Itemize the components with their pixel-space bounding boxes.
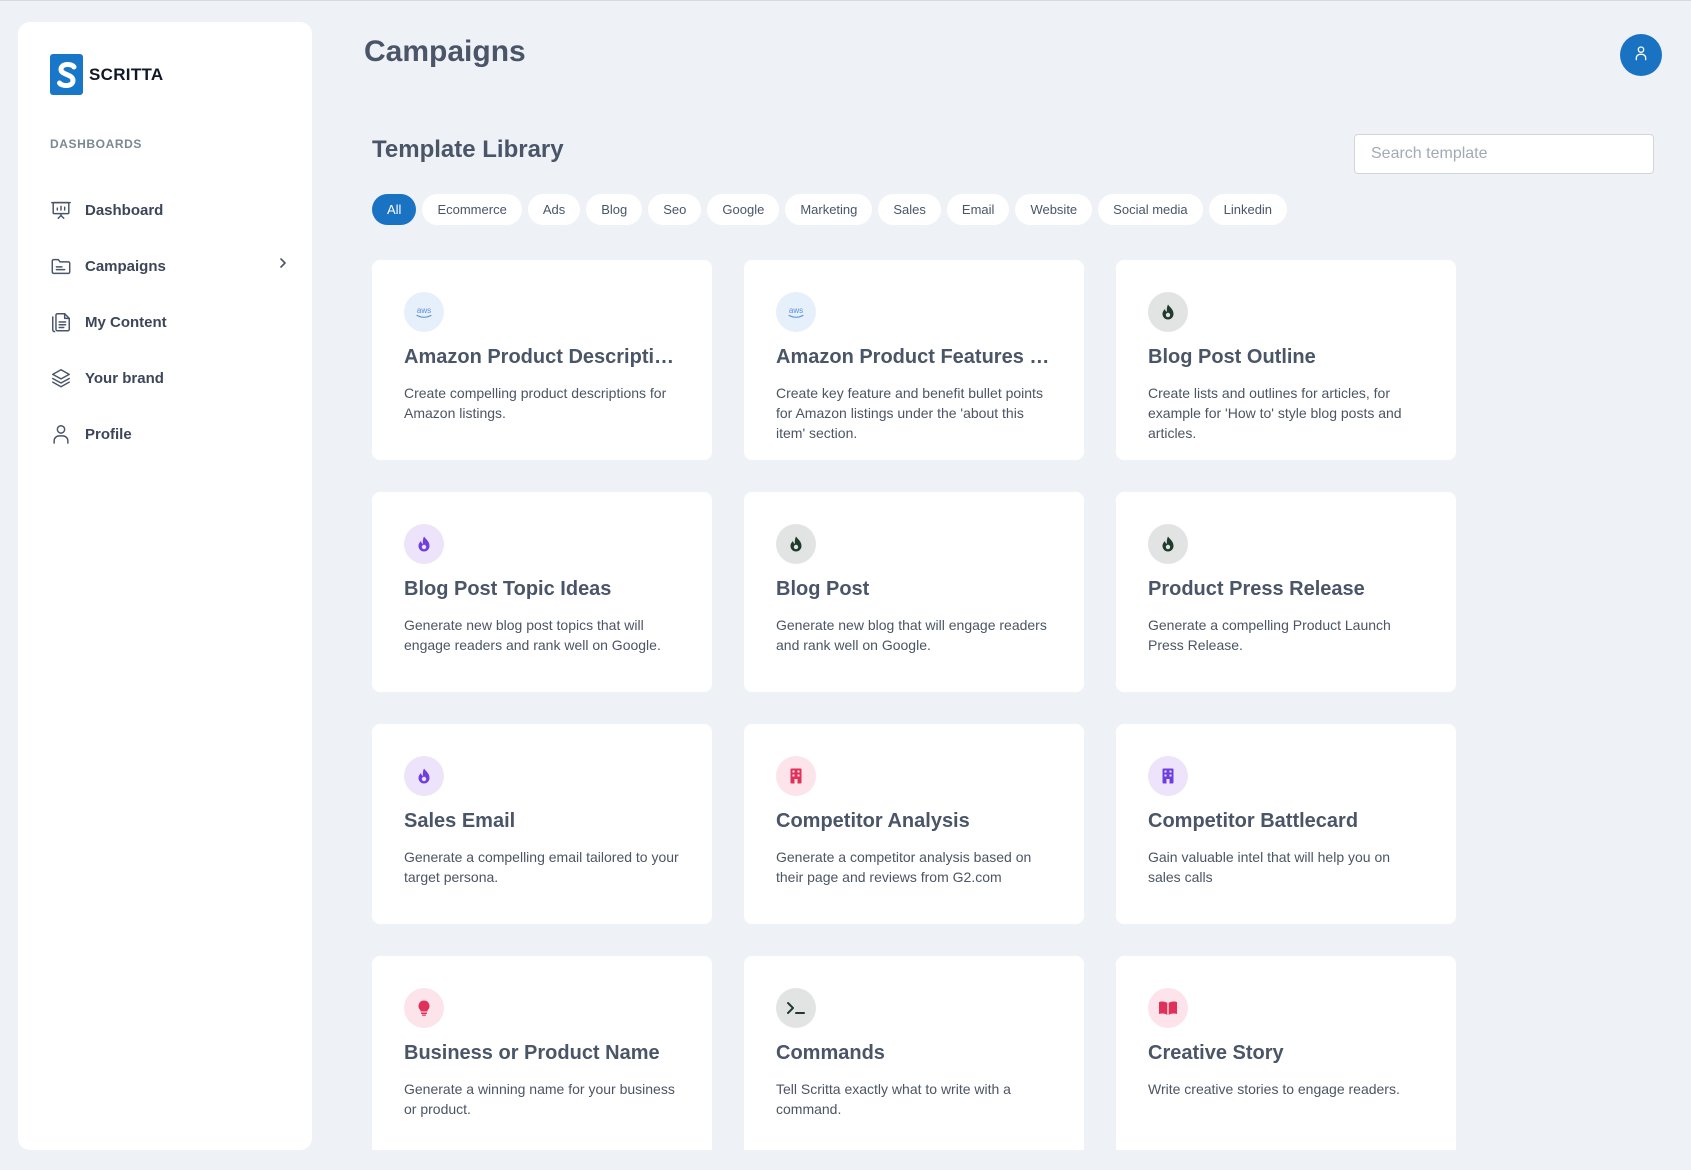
- filter-ecommerce[interactable]: Ecommerce: [422, 194, 522, 225]
- template-title: Sales Email: [404, 810, 516, 832]
- page-title: Campaigns: [364, 35, 526, 68]
- sidebar-nav: Dashboard Campaigns My Content Your bran…: [50, 182, 290, 462]
- template-description: Generate a compelling email tailored to …: [404, 849, 679, 885]
- template-card-blog-post-topic-ideas[interactable]: Blog Post Topic Ideas Generate new blog …: [372, 492, 712, 692]
- sidebar-item-label: Profile: [85, 425, 132, 443]
- filter-google[interactable]: Google: [707, 194, 780, 225]
- sidebar-item-profile[interactable]: Profile: [50, 406, 290, 462]
- template-description: Generate a competitor analysis based on …: [776, 849, 1032, 885]
- presentation-chart-icon: [50, 199, 72, 221]
- template-description: Create compelling product descriptions f…: [404, 385, 667, 421]
- template-card-sales-email[interactable]: Sales Email Generate a compelling email …: [372, 724, 712, 924]
- filter-seo[interactable]: Seo: [648, 194, 702, 225]
- template-title: Commands: [776, 1042, 885, 1064]
- template-description: Generate new blog that will engage reade…: [776, 617, 1047, 653]
- template-title: Product Press Release: [1148, 578, 1365, 600]
- fire-icon: [404, 524, 444, 564]
- aws-icon: aws: [404, 292, 444, 332]
- user-icon: [1633, 45, 1649, 66]
- brand-name: SCRITTA: [89, 64, 164, 84]
- sidebar-item-dashboard[interactable]: Dashboard: [50, 182, 290, 238]
- template-description: Write creative stories to engage readers…: [1148, 1081, 1400, 1097]
- filter-social-media[interactable]: Social media: [1098, 194, 1203, 225]
- template-title: Creative Story: [1148, 1042, 1284, 1064]
- template-title: Competitor Battlecard: [1148, 810, 1359, 832]
- user-icon: [50, 423, 72, 445]
- filter-email[interactable]: Email: [946, 194, 1010, 225]
- template-title: Amazon Product Descriptio...: [404, 346, 680, 368]
- fire-icon: [776, 524, 816, 564]
- sidebar-item-my-content[interactable]: My Content: [50, 294, 290, 350]
- template-card-product-press-release[interactable]: Product Press Release Generate a compell…: [1116, 492, 1456, 692]
- filter-blog[interactable]: Blog: [586, 194, 643, 225]
- chevron-right-icon[interactable]: [276, 256, 290, 275]
- template-library-title: Template Library: [372, 136, 564, 163]
- sidebar-item-label: Campaigns: [85, 257, 166, 275]
- documents-icon: [50, 311, 72, 333]
- template-title: Blog Post Outline: [1148, 346, 1316, 368]
- sidebar-item-your-brand[interactable]: Your brand: [50, 350, 290, 406]
- sidebar-item-campaigns[interactable]: Campaigns: [50, 238, 290, 294]
- filter-marketing[interactable]: Marketing: [785, 194, 873, 225]
- template-card-commands[interactable]: Commands Tell Scritta exactly what to wr…: [744, 956, 1084, 1150]
- window-top-border: [0, 0, 1691, 1]
- template-description: Create key feature and benefit bullet po…: [776, 385, 1043, 441]
- template-title: Competitor Analysis: [776, 810, 970, 832]
- template-card-blog-post-outline[interactable]: Blog Post Outline Create lists and outli…: [1116, 260, 1456, 460]
- template-description: Generate a winning name for your busines…: [404, 1081, 675, 1117]
- search-template-input[interactable]: [1354, 134, 1654, 174]
- template-description: Generate new blog post topics that will …: [404, 617, 661, 653]
- sidebar: SCRITTA DASHBOARDS Dashboard Campaigns M…: [18, 22, 312, 1150]
- filter-sales[interactable]: Sales: [878, 194, 941, 225]
- template-description: Create lists and outlines for articles, …: [1148, 385, 1402, 441]
- book-icon: [1148, 988, 1188, 1028]
- sidebar-item-label: Dashboard: [85, 201, 164, 219]
- user-avatar-button[interactable]: [1620, 34, 1662, 76]
- template-description: Generate a compelling Product Launch Pre…: [1148, 617, 1391, 653]
- filter-ads[interactable]: Ads: [527, 194, 581, 225]
- template-card-blog-post[interactable]: Blog Post Generate new blog that will en…: [744, 492, 1084, 692]
- svg-text:aws: aws: [789, 306, 803, 315]
- brand-logo[interactable]: SCRITTA: [50, 54, 164, 95]
- folder-icon: [50, 255, 72, 277]
- template-description: Tell Scritta exactly what to write with …: [776, 1081, 1011, 1117]
- template-card-creative-story[interactable]: Creative Story Write creative stories to…: [1116, 956, 1456, 1150]
- lightbulb-icon: [404, 988, 444, 1028]
- template-description: Gain valuable intel that will help you o…: [1148, 849, 1391, 885]
- template-card-business-or-product-name[interactable]: Business or Product Name Generate a winn…: [372, 956, 712, 1150]
- template-title: Business or Product Name: [404, 1042, 660, 1064]
- category-filters: All Ecommerce Ads Blog Seo Google Market…: [372, 194, 1288, 225]
- template-title: Blog Post: [776, 578, 870, 600]
- template-card-competitor-analysis[interactable]: Competitor Analysis Generate a competito…: [744, 724, 1084, 924]
- fire-icon: [404, 756, 444, 796]
- aws-icon: aws: [776, 292, 816, 332]
- fire-icon: [1148, 292, 1188, 332]
- terminal-icon: [776, 988, 816, 1028]
- template-card-amazon-product-description[interactable]: aws Amazon Product Descriptio... Create …: [372, 260, 712, 460]
- template-card-amazon-product-features[interactable]: aws Amazon Product Features (... Create …: [744, 260, 1084, 460]
- template-title: Blog Post Topic Ideas: [404, 578, 612, 600]
- building-icon: [1148, 756, 1188, 796]
- sidebar-item-label: My Content: [85, 313, 167, 331]
- template-title: Amazon Product Features (...: [776, 346, 1052, 368]
- template-grid: aws Amazon Product Descriptio... Create …: [372, 260, 1458, 1150]
- filter-website[interactable]: Website: [1015, 194, 1093, 225]
- filter-linkedin[interactable]: Linkedin: [1208, 194, 1288, 225]
- fire-icon: [1148, 524, 1188, 564]
- sidebar-item-label: Your brand: [85, 369, 164, 387]
- building-icon: [776, 756, 816, 796]
- scritta-logo-icon: [50, 54, 83, 95]
- layers-icon: [50, 367, 72, 389]
- filter-all[interactable]: All: [372, 194, 417, 225]
- svg-text:aws: aws: [417, 306, 431, 315]
- nav-section-label: DASHBOARDS: [50, 137, 143, 151]
- template-card-competitor-battlecard[interactable]: Competitor Battlecard Gain valuable inte…: [1116, 724, 1456, 924]
